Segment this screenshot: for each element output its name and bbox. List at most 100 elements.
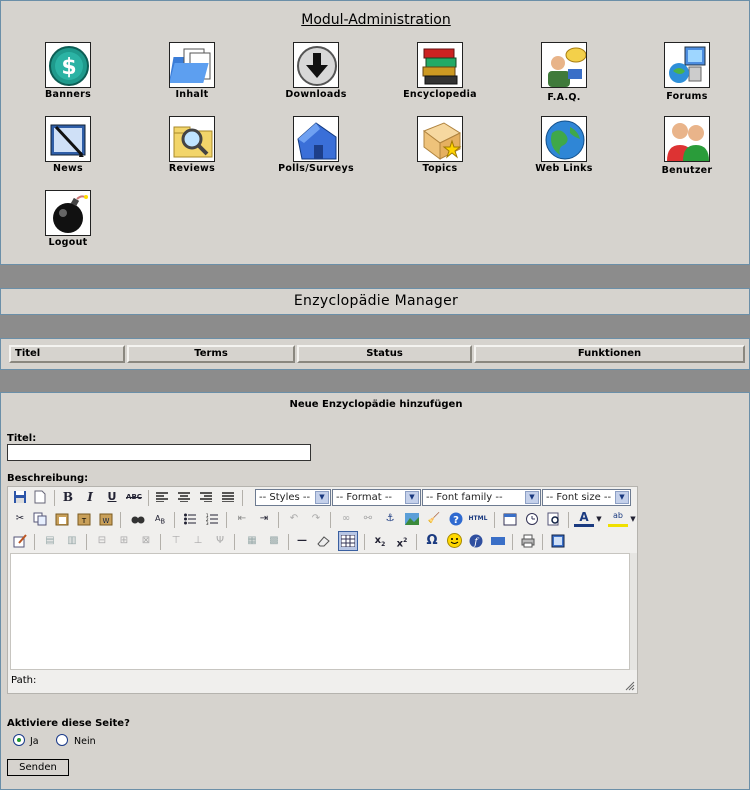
bomb-icon: [45, 190, 91, 236]
highlight-color-dropdown-icon[interactable]: ▼: [628, 509, 638, 529]
editor-toolbar-row-1: B I U ABC -- Styles -- ▼ -- Format -- ▼ --…: [10, 487, 637, 509]
module-inhalt[interactable]: Inhalt: [137, 42, 247, 100]
align-left-icon[interactable]: [152, 487, 172, 507]
column-header-status: Status: [297, 345, 472, 363]
editor-content-area[interactable]: [10, 553, 630, 670]
unlink-icon[interactable]: ⚯: [358, 509, 378, 529]
numbered-list-icon[interactable]: 123: [202, 509, 222, 529]
indent-icon[interactable]: ⇥: [254, 509, 274, 529]
merge-cells-icon[interactable]: ⊥: [188, 531, 208, 551]
house-icon: [293, 116, 339, 162]
module-news[interactable]: News: [13, 116, 123, 174]
insert-row-after-icon[interactable]: ▥: [62, 531, 82, 551]
insert-col-icon[interactable]: ⊞: [114, 531, 134, 551]
rich-text-editor: B I U ABC -- Styles -- ▼ -- Format -- ▼ --…: [7, 486, 638, 694]
redo-icon[interactable]: ↷: [306, 509, 326, 529]
activate-no-radio[interactable]: [56, 734, 68, 746]
link-icon[interactable]: ∞: [336, 509, 356, 529]
module-label: Logout: [48, 237, 88, 248]
module-benutzer[interactable]: Benutzer: [632, 116, 742, 176]
svg-text:W: W: [103, 517, 110, 525]
svg-text:T: T: [81, 517, 87, 525]
save-icon[interactable]: [10, 487, 30, 507]
manager-panel: Enzyclopädie Manager: [0, 288, 750, 315]
superscript-icon[interactable]: x2: [392, 531, 412, 551]
module-forums[interactable]: Forums: [632, 42, 742, 102]
editor-scrollbar[interactable]: [630, 553, 637, 670]
module-reviews[interactable]: Reviews: [137, 116, 247, 174]
underline-icon[interactable]: U: [102, 487, 122, 507]
new-document-icon[interactable]: [30, 487, 50, 507]
module-label: F.A.Q.: [547, 92, 581, 103]
module-encyclopedia[interactable]: Encyclopedia: [385, 42, 495, 100]
text-color-dropdown-icon[interactable]: ▼: [594, 509, 604, 529]
title-input[interactable]: [7, 444, 311, 461]
delete-row-icon[interactable]: ⊟: [92, 531, 112, 551]
remove-format-icon[interactable]: [314, 531, 334, 551]
italic-icon[interactable]: I: [80, 487, 100, 507]
paste-icon[interactable]: [52, 509, 72, 529]
module-label: Polls/Surveys: [278, 163, 354, 174]
emoticon-icon[interactable]: [444, 531, 464, 551]
cleanup-icon[interactable]: 🧹: [424, 509, 444, 529]
flash-icon[interactable]: f: [466, 531, 486, 551]
module-logout[interactable]: Logout: [13, 190, 123, 248]
cell-properties-icon[interactable]: Ψ: [210, 531, 230, 551]
resize-grip-icon[interactable]: [625, 679, 635, 691]
highlight-color-icon[interactable]: ab: [608, 509, 628, 527]
cut-icon[interactable]: ✂: [10, 509, 30, 529]
html-source-icon[interactable]: HTML: [468, 509, 488, 529]
align-justify-icon[interactable]: [218, 487, 238, 507]
fullscreen-icon[interactable]: [548, 531, 568, 551]
find-icon[interactable]: [128, 509, 148, 529]
edit-css-icon[interactable]: [10, 531, 30, 551]
column-header-terms: Terms: [127, 345, 295, 363]
module-topics[interactable]: Topics: [385, 116, 495, 174]
column-header-funktionen: Funktionen: [474, 345, 745, 363]
module-faq[interactable]: F.A.Q.: [509, 42, 619, 103]
help-icon[interactable]: ?: [446, 509, 466, 529]
row-properties-icon[interactable]: ▦: [242, 531, 262, 551]
font-size-select[interactable]: -- Font size -- ▼: [542, 489, 631, 506]
delete-col-icon[interactable]: ⊠: [136, 531, 156, 551]
star-box-icon: [417, 116, 463, 162]
preview-icon[interactable]: [544, 509, 564, 529]
text-color-icon[interactable]: A: [574, 509, 594, 527]
module-label: News: [52, 163, 84, 174]
insert-table-icon[interactable]: [338, 531, 358, 551]
module-downloads[interactable]: Downloads: [261, 42, 371, 100]
paste-word-icon[interactable]: W: [96, 509, 116, 529]
styles-select[interactable]: -- Styles -- ▼: [255, 489, 331, 506]
activate-yes-radio[interactable]: [13, 734, 25, 746]
users-icon: [664, 116, 710, 162]
table-properties-icon[interactable]: ▩: [264, 531, 284, 551]
print-icon[interactable]: [518, 531, 538, 551]
module-web-links[interactable]: Web Links: [509, 116, 619, 174]
align-center-icon[interactable]: [174, 487, 194, 507]
strikethrough-icon[interactable]: ABC: [124, 487, 144, 507]
horizontal-rule-icon[interactable]: —: [292, 531, 312, 551]
submit-button[interactable]: Senden: [7, 759, 69, 776]
replace-icon[interactable]: AB: [150, 509, 170, 529]
align-right-icon[interactable]: [196, 487, 216, 507]
insert-date-icon[interactable]: [500, 509, 520, 529]
insert-time-icon[interactable]: [522, 509, 542, 529]
format-select[interactable]: -- Format -- ▼: [332, 489, 421, 506]
module-banners[interactable]: $ Banners: [13, 42, 123, 100]
insert-row-before-icon[interactable]: ▤: [40, 531, 60, 551]
anchor-icon[interactable]: ⚓: [380, 509, 400, 529]
special-char-icon[interactable]: Ω: [422, 531, 442, 551]
subscript-icon[interactable]: x2: [370, 531, 390, 551]
undo-icon[interactable]: ↶: [284, 509, 304, 529]
outdent-icon[interactable]: ⇤: [232, 509, 252, 529]
bold-icon[interactable]: B: [58, 487, 78, 507]
paste-text-icon[interactable]: T: [74, 509, 94, 529]
font-family-select[interactable]: -- Font family -- ▼: [422, 489, 541, 506]
image-icon[interactable]: [402, 509, 422, 529]
visual-aid-icon[interactable]: [488, 531, 508, 551]
module-polls-surveys[interactable]: Polls/Surveys: [261, 116, 371, 174]
split-cells-icon[interactable]: ⊤: [166, 531, 186, 551]
module-label: Reviews: [168, 163, 216, 174]
bullet-list-icon[interactable]: [180, 509, 200, 529]
copy-icon[interactable]: [30, 509, 50, 529]
